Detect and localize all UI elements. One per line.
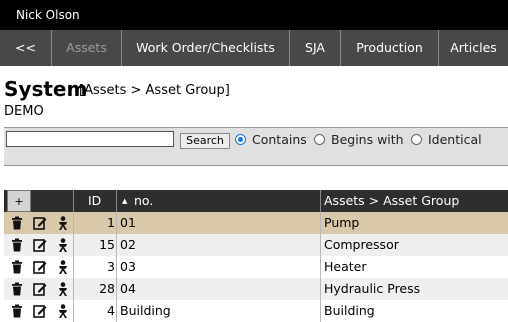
person-icon[interactable] bbox=[56, 260, 70, 274]
tab-back[interactable]: << bbox=[0, 30, 52, 66]
tab-production[interactable]: Production bbox=[341, 30, 439, 66]
cell-asset-group: Compressor bbox=[324, 237, 399, 252]
breadcrumb: [Assets > Asset Group] bbox=[79, 83, 230, 98]
cell-no: 01 bbox=[120, 215, 136, 230]
cell-divider bbox=[73, 234, 74, 256]
column-divider bbox=[320, 190, 321, 212]
radio-contains-label: Contains bbox=[252, 132, 307, 147]
edit-icon[interactable] bbox=[33, 216, 47, 230]
table-row[interactable]: 1 01 Pump bbox=[4, 212, 508, 234]
radio-identical[interactable] bbox=[411, 134, 422, 145]
cell-divider bbox=[73, 278, 74, 300]
cell-divider bbox=[320, 234, 321, 256]
cell-no: Building bbox=[120, 303, 171, 318]
radio-contains[interactable] bbox=[235, 134, 246, 145]
column-divider bbox=[116, 190, 117, 212]
cell-divider bbox=[320, 212, 321, 234]
search-input[interactable] bbox=[6, 131, 174, 147]
radio-identical-label: Identical bbox=[428, 132, 482, 147]
column-asset-group[interactable]: Assets > Asset Group bbox=[324, 190, 459, 212]
tab-sja[interactable]: SJA bbox=[290, 30, 341, 66]
cell-divider bbox=[320, 300, 321, 322]
cell-no: 02 bbox=[120, 237, 136, 252]
add-row-button[interactable]: + bbox=[7, 190, 31, 212]
column-id[interactable]: ID bbox=[88, 190, 101, 212]
sort-indicator-icon: ▲ bbox=[122, 197, 128, 205]
cell-asset-group: Pump bbox=[324, 215, 360, 230]
edit-icon[interactable] bbox=[33, 282, 47, 296]
cell-divider bbox=[320, 278, 321, 300]
cell-asset-group: Building bbox=[324, 303, 375, 318]
cell-id: 15 bbox=[99, 237, 115, 252]
top-bar: Nick Olson bbox=[0, 0, 508, 30]
cell-id: 4 bbox=[107, 303, 115, 318]
radio-begins-with-label: Begins with bbox=[331, 132, 404, 147]
search-button[interactable]: Search bbox=[180, 133, 230, 149]
user-name: Nick Olson bbox=[16, 8, 80, 22]
person-icon[interactable] bbox=[56, 304, 70, 318]
cell-no: 04 bbox=[120, 281, 136, 296]
delete-icon[interactable] bbox=[10, 260, 24, 274]
delete-icon[interactable] bbox=[10, 282, 24, 296]
table-row[interactable]: 28 04 Hydraulic Press bbox=[4, 278, 508, 300]
cell-id: 3 bbox=[107, 259, 115, 274]
radio-begins-with[interactable] bbox=[314, 134, 325, 145]
cell-asset-group: Hydraulic Press bbox=[324, 281, 421, 296]
person-icon[interactable] bbox=[56, 216, 70, 230]
cell-id: 1 bbox=[107, 215, 115, 230]
delete-icon[interactable] bbox=[10, 216, 24, 230]
cell-divider bbox=[73, 256, 74, 278]
table-row[interactable]: 4 Building Building bbox=[4, 300, 508, 322]
person-icon[interactable] bbox=[56, 238, 70, 252]
edit-icon[interactable] bbox=[33, 260, 47, 274]
table-header: + ID ▲ no. Assets > Asset Group bbox=[4, 190, 508, 212]
tab-assets[interactable]: Assets bbox=[52, 30, 122, 66]
cell-divider bbox=[73, 300, 74, 322]
tab-articles[interactable]: Articles bbox=[439, 30, 508, 66]
cell-asset-group: Heater bbox=[324, 259, 367, 274]
column-no[interactable]: no. bbox=[134, 190, 153, 212]
cell-id: 28 bbox=[99, 281, 115, 296]
column-divider bbox=[73, 190, 74, 212]
person-icon[interactable] bbox=[56, 282, 70, 296]
cell-divider bbox=[116, 300, 117, 322]
delete-icon[interactable] bbox=[10, 238, 24, 252]
page-subtitle: DEMO bbox=[4, 104, 44, 119]
edit-icon[interactable] bbox=[33, 238, 47, 252]
cell-no: 03 bbox=[120, 259, 136, 274]
delete-icon[interactable] bbox=[10, 304, 24, 318]
cell-divider bbox=[116, 278, 117, 300]
cell-divider bbox=[73, 212, 74, 234]
cell-divider bbox=[116, 212, 117, 234]
table-row[interactable]: 15 02 Compressor bbox=[4, 234, 508, 256]
cell-divider bbox=[320, 256, 321, 278]
tab-work-order-checklists[interactable]: Work Order/Checklists bbox=[122, 30, 290, 66]
cell-divider bbox=[116, 234, 117, 256]
edit-icon[interactable] bbox=[33, 304, 47, 318]
search-bar: Search Contains Begins with Identical bbox=[4, 127, 508, 166]
main-nav: << Assets Work Order/Checklists SJA Prod… bbox=[0, 30, 508, 66]
cell-divider bbox=[116, 256, 117, 278]
page-title: System bbox=[4, 77, 88, 101]
table-row[interactable]: 3 03 Heater bbox=[4, 256, 508, 278]
